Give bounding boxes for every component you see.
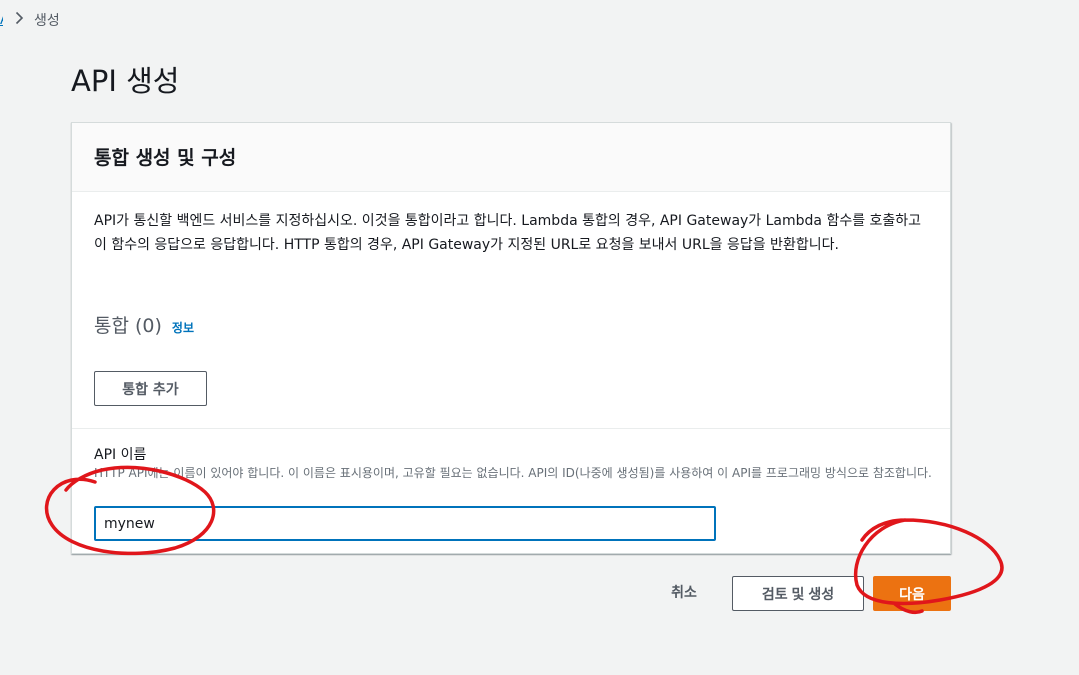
- api-name-label: API 이름: [94, 447, 147, 463]
- info-link[interactable]: 정보: [172, 319, 194, 336]
- integrations-heading: 통합 (0) 정보: [94, 311, 194, 338]
- page-title: API 생성: [71, 64, 180, 98]
- section-divider: [72, 428, 950, 429]
- integrations-title: 통합 (0): [94, 315, 162, 337]
- panel-title: 통합 생성 및 구성: [94, 147, 237, 169]
- breadcrumb: API 생성: [0, 8, 60, 32]
- add-integration-button[interactable]: 통합 추가: [94, 371, 207, 406]
- review-and-create-button[interactable]: 검토 및 생성: [732, 576, 864, 611]
- breadcrumb-parent-link[interactable]: API: [0, 12, 3, 28]
- api-name-description: HTTP API에는 이름이 있어야 합니다. 이 이름은 표시용이며, 고유할…: [94, 466, 932, 480]
- panel-header: 통합 생성 및 구성: [72, 123, 950, 192]
- cancel-button[interactable]: 취소: [664, 580, 704, 604]
- panel-description: API가 통신할 백엔드 서비스를 지정하십시오. 이것을 통합이라고 합니다.…: [94, 213, 922, 253]
- breadcrumb-current: 생성: [34, 13, 60, 29]
- chevron-right-icon: [15, 11, 24, 29]
- api-name-input[interactable]: [94, 506, 716, 541]
- integration-panel: 통합 생성 및 구성 API가 통신할 백엔드 서비스를 지정하십시오. 이것을…: [71, 122, 951, 554]
- next-button[interactable]: 다음: [873, 576, 951, 611]
